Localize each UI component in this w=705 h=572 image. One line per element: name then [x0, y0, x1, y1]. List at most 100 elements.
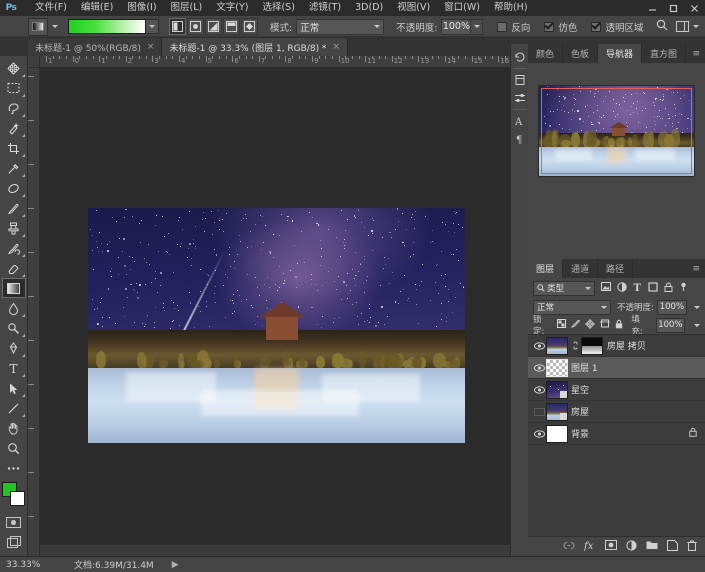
move-tool[interactable] — [2, 58, 26, 78]
maximize-icon[interactable] — [663, 0, 684, 16]
type-filter-icon[interactable]: T — [633, 282, 642, 295]
edit-toolbar-ellipsis-icon[interactable] — [2, 458, 26, 478]
reverse-checkbox-group[interactable]: 反向 — [497, 20, 530, 34]
history-icon[interactable] — [512, 48, 528, 66]
transparency-checkbox-group[interactable]: 透明区域 — [591, 20, 643, 34]
layer-name[interactable]: 房屋 拷贝 — [607, 339, 646, 352]
layer-list[interactable]: 房屋 拷贝 图层 1 星空 房屋 背景 — [528, 334, 705, 536]
dither-checkbox-group[interactable]: 仿色 — [544, 20, 577, 34]
layer-visibility-toggle[interactable] — [532, 429, 546, 438]
crop-tool[interactable] — [2, 138, 26, 158]
quick-selection-tool[interactable] — [2, 118, 26, 138]
doc-tab-2[interactable]: 未标题-1 @ 33.3% (图层 1, RGB/8) * × — [162, 38, 348, 56]
adjustment-layer-icon[interactable] — [626, 539, 637, 554]
blend-mode-select[interactable]: 正常 — [296, 18, 385, 35]
opacity-chevron-down-icon[interactable] — [471, 18, 484, 35]
menu-file[interactable]: 文件(F) — [28, 0, 74, 16]
adjustments-icon[interactable] — [512, 89, 528, 107]
layer-thumbnail[interactable] — [546, 380, 568, 399]
lock-all-icon[interactable] — [615, 319, 623, 332]
layer-visibility-toggle[interactable] — [532, 385, 546, 394]
doc-tab-2-close-icon[interactable]: × — [332, 42, 340, 52]
tab-channels[interactable]: 通道 — [563, 259, 599, 278]
menu-type[interactable]: 文字(Y) — [209, 0, 255, 16]
diamond-gradient-icon[interactable] — [241, 18, 258, 35]
color-libraries-icon[interactable] — [512, 71, 528, 89]
gradient-tool[interactable] — [1, 278, 26, 298]
reflected-gradient-icon[interactable] — [223, 18, 240, 35]
zoom-tool[interactable] — [2, 438, 26, 458]
navigator-panel-menu-icon[interactable]: ≡ — [692, 49, 701, 59]
menu-window[interactable]: 窗口(W) — [437, 0, 487, 16]
doc-tab-1-close-icon[interactable]: × — [147, 42, 155, 52]
link-layers-icon[interactable] — [563, 541, 575, 553]
minimize-icon[interactable] — [642, 0, 663, 16]
brush-tool[interactable] — [2, 198, 26, 218]
table-row[interactable]: 房屋 拷贝 — [528, 335, 705, 357]
dither-checkbox[interactable] — [544, 21, 555, 32]
tool-preset-chevron-down-icon[interactable] — [52, 25, 58, 28]
angle-gradient-icon[interactable] — [205, 18, 222, 35]
layers-panel-menu-icon[interactable]: ≡ — [692, 264, 701, 274]
search-icon[interactable] — [656, 19, 668, 34]
eyedropper-tool[interactable] — [2, 158, 26, 178]
layer-visibility-toggle[interactable] — [532, 341, 546, 350]
tab-navigator[interactable]: 导航器 — [598, 44, 643, 63]
radial-gradient-icon[interactable] — [187, 18, 204, 35]
linear-gradient-icon[interactable] — [169, 18, 186, 35]
layer-mask-thumbnail[interactable] — [581, 336, 603, 355]
layer-fill-chevron-down-icon[interactable] — [694, 323, 700, 327]
canvas-horizontal-scrollbar[interactable] — [40, 544, 516, 556]
layer-style-fx-icon[interactable]: fx — [583, 540, 596, 554]
lock-transparent-icon[interactable] — [557, 319, 567, 331]
lock-image-icon[interactable] — [571, 319, 581, 331]
background-color-swatch[interactable] — [9, 491, 25, 506]
workspace-icon[interactable] — [676, 21, 699, 32]
layer-thumbnail[interactable] — [546, 358, 568, 377]
line-tool[interactable] — [2, 398, 26, 418]
clone-stamp-tool[interactable] — [2, 218, 26, 238]
layer-thumbnail[interactable] — [546, 336, 568, 355]
gradient-preview-swatch[interactable] — [68, 19, 146, 34]
add-mask-icon[interactable] — [605, 540, 617, 553]
history-brush-tool[interactable] — [2, 238, 26, 258]
layer-visibility-toggle[interactable] — [532, 363, 546, 372]
menu-edit[interactable]: 编辑(E) — [74, 0, 120, 16]
close-icon[interactable] — [684, 0, 705, 16]
filter-toggle-icon[interactable] — [679, 282, 688, 295]
delete-layer-icon[interactable] — [687, 540, 697, 554]
status-zoom-level[interactable]: 33.33% — [0, 560, 60, 570]
marquee-tool[interactable] — [2, 78, 26, 98]
path-selection-tool[interactable] — [2, 378, 26, 398]
new-layer-icon[interactable] — [667, 539, 678, 554]
layer-opacity-chevron-down-icon[interactable] — [693, 305, 700, 309]
status-expand-chevron-icon[interactable]: ▶ — [172, 560, 179, 570]
gradient-picker-chevron-down-icon[interactable] — [146, 19, 159, 34]
adjustment-filter-icon[interactable] — [617, 281, 627, 295]
navigator-thumbnail[interactable] — [538, 85, 695, 177]
document-image[interactable] — [88, 208, 465, 443]
gradient-tool-icon[interactable] — [28, 17, 48, 36]
opacity-input[interactable]: 100% — [441, 18, 472, 35]
layer-opacity-value[interactable]: 100% — [656, 299, 687, 315]
table-row[interactable]: 房屋 — [528, 401, 705, 423]
screen-mode-icon[interactable] — [2, 532, 26, 552]
menu-3d[interactable]: 3D(D) — [348, 0, 390, 16]
layer-name[interactable]: 房屋 — [571, 405, 589, 418]
tab-histogram[interactable]: 直方图 — [642, 44, 687, 63]
horizontal-ruler[interactable]: 101234567891011121314151617 — [40, 56, 528, 68]
lock-artboard-icon[interactable] — [600, 319, 611, 331]
table-row[interactable]: 图层 1 — [528, 357, 705, 379]
tab-swatches[interactable]: 色板 — [563, 44, 599, 63]
vertical-ruler[interactable] — [28, 68, 40, 556]
tab-color[interactable]: 颜色 — [528, 44, 564, 63]
tab-layers[interactable]: 图层 — [528, 259, 564, 278]
lock-position-icon[interactable] — [585, 318, 596, 332]
layer-thumbnail[interactable] — [546, 424, 568, 443]
paragraph-icon[interactable]: ¶ — [512, 130, 528, 148]
pixel-filter-icon[interactable] — [601, 282, 611, 294]
canvas-work-area[interactable]: 101234567891011121314151617 — [28, 56, 528, 556]
hand-tool[interactable] — [2, 418, 26, 438]
layer-visibility-toggle[interactable] — [532, 407, 546, 416]
healing-brush-tool[interactable] — [2, 178, 26, 198]
